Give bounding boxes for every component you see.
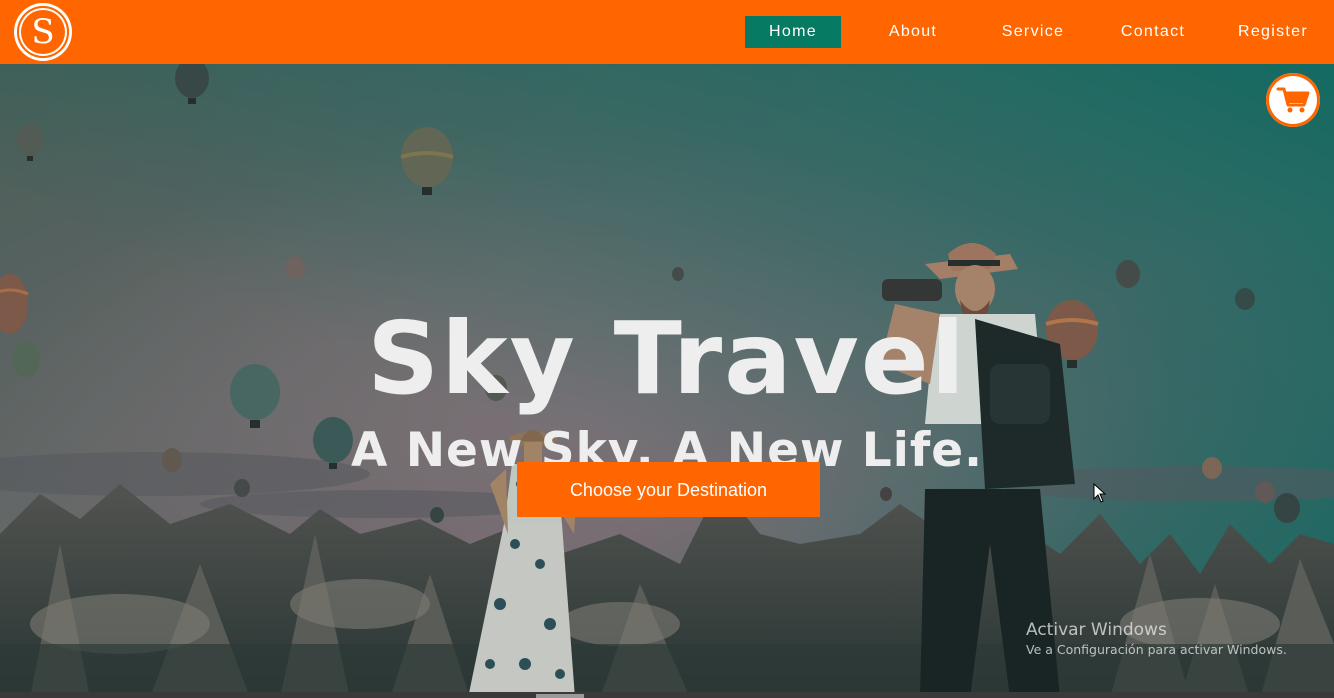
nav-home[interactable]: Home	[745, 16, 841, 48]
shopping-cart-icon	[1276, 87, 1310, 113]
page: S Home About Service Contact Register Sk…	[0, 0, 1334, 698]
taskbar-strip	[0, 692, 1334, 698]
logo-letter: S	[19, 8, 67, 56]
watermark-subtitle: Ve a Configuración para activar Windows.	[1026, 642, 1287, 657]
nav-service[interactable]: Service	[985, 16, 1081, 48]
windows-activation-watermark: Activar Windows Ve a Configuración para …	[1026, 620, 1287, 659]
watermark-title: Activar Windows	[1026, 620, 1167, 640]
top-navbar: S Home About Service Contact Register	[0, 0, 1334, 64]
hero-title: Sky Travel	[367, 300, 967, 417]
scroll-thumb[interactable]	[536, 694, 584, 698]
brand-logo[interactable]: S	[14, 3, 72, 61]
nav-about[interactable]: About	[865, 16, 961, 48]
nav-register[interactable]: Register	[1225, 16, 1321, 48]
mouse-cursor-icon	[1093, 483, 1107, 503]
choose-destination-button[interactable]: Choose your Destination	[517, 462, 820, 517]
cart-button[interactable]	[1266, 73, 1320, 127]
hero-section: Sky Travel A New Sky, A New Life. Choose…	[0, 64, 1334, 698]
nav-contact[interactable]: Contact	[1105, 16, 1201, 48]
